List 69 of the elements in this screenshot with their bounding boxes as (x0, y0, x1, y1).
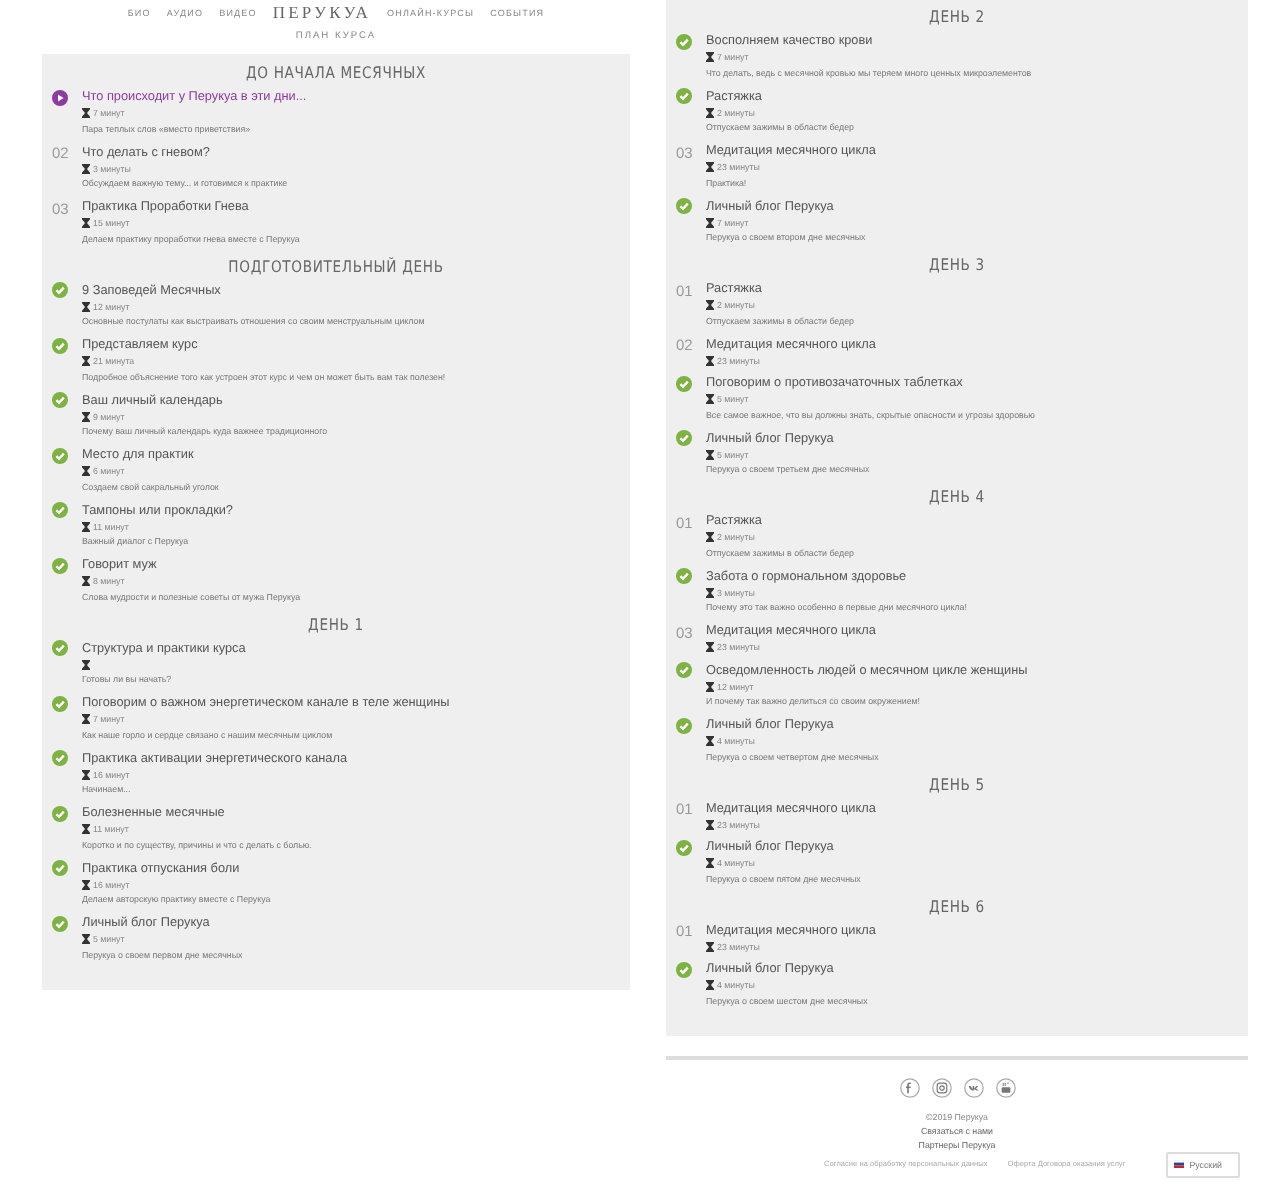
section-heading: ДЕНЬ 5 (927, 773, 987, 797)
hourglass-icon (82, 218, 90, 229)
vk-icon[interactable] (963, 1077, 983, 1097)
youtube-icon[interactable] (995, 1077, 1015, 1097)
check-icon (676, 568, 692, 584)
hourglass-icon (706, 107, 714, 118)
hourglass-icon (706, 858, 714, 869)
check-icon (52, 915, 68, 931)
check-icon (676, 717, 692, 733)
check-icon (52, 337, 68, 353)
hourglass-icon (706, 300, 714, 311)
section-heading: ДЕНЬ 2 (927, 6, 987, 30)
check-icon (52, 502, 68, 518)
check-icon (52, 392, 68, 408)
hourglass-icon (706, 355, 714, 366)
play-icon (52, 89, 68, 105)
check-icon (676, 198, 692, 214)
check-icon (676, 88, 692, 104)
hourglass-icon (82, 356, 90, 367)
check-icon (676, 662, 692, 678)
section-heading: ДЕНЬ 3 (927, 254, 987, 278)
hourglass-icon (706, 642, 714, 653)
section-heading: ДЕНЬ 6 (927, 895, 987, 919)
hourglass-icon (82, 879, 90, 890)
check-icon (52, 640, 68, 656)
check-icon (676, 839, 692, 855)
hourglass-icon (82, 824, 90, 835)
hourglass-icon (706, 52, 714, 63)
section-heading: ДЕНЬ 1 (306, 613, 366, 637)
hourglass-icon (706, 394, 714, 405)
logo[interactable]: ПЕРУКУА (272, 2, 371, 22)
hourglass-icon (82, 714, 90, 725)
flag-icon (1173, 1160, 1184, 1168)
check-icon (676, 33, 692, 49)
hourglass-icon (82, 301, 90, 312)
hourglass-icon (706, 736, 714, 747)
hourglass-icon (706, 449, 714, 460)
check-icon (52, 447, 68, 463)
check-icon (676, 430, 692, 446)
facebook-icon[interactable] (899, 1077, 919, 1097)
hourglass-icon (82, 466, 90, 477)
hourglass-icon (706, 681, 714, 692)
check-icon (52, 750, 68, 766)
hourglass-icon (82, 411, 90, 422)
hourglass-icon (82, 521, 90, 532)
check-icon (52, 557, 68, 573)
hourglass-icon (706, 941, 714, 952)
hourglass-icon (706, 980, 714, 991)
hourglass-icon (82, 108, 90, 119)
check-icon (676, 375, 692, 391)
check-icon (52, 695, 68, 711)
hourglass-icon (706, 217, 714, 228)
hourglass-icon (706, 162, 714, 173)
hourglass-icon (82, 934, 90, 945)
hourglass-icon (82, 659, 90, 670)
hourglass-icon (82, 163, 90, 174)
hourglass-icon (706, 532, 714, 543)
section-heading: ПОДГОТОВИТЕЛЬНЫЙ ДЕНЬ (226, 255, 446, 279)
section-heading: ДЕНЬ 4 (927, 486, 987, 510)
check-icon (52, 860, 68, 876)
instagram-icon[interactable] (931, 1077, 951, 1097)
check-icon (52, 805, 68, 821)
section-heading: ДО НАЧАЛА МЕСЯЧНЫХ (243, 62, 428, 86)
hourglass-icon (706, 587, 714, 598)
check-icon (676, 961, 692, 977)
hourglass-icon (82, 576, 90, 587)
check-icon (52, 282, 68, 298)
hourglass-icon (706, 819, 714, 830)
hourglass-icon (82, 769, 90, 780)
